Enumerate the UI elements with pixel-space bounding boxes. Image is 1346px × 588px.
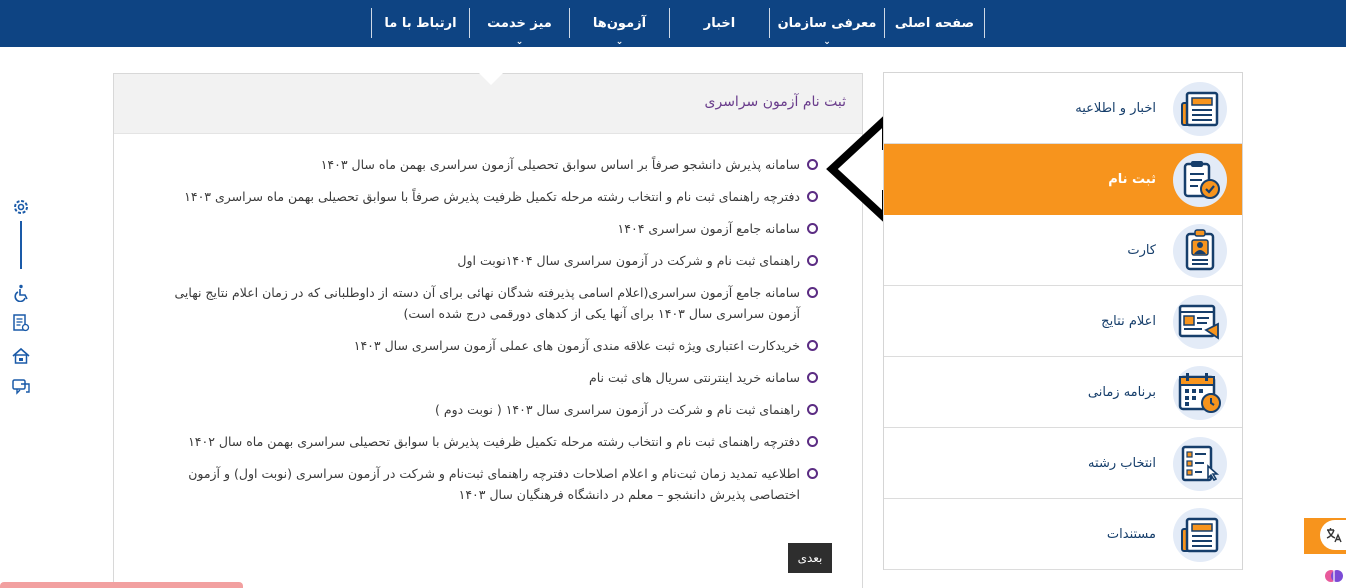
nav-item-label: آزمون‌ها xyxy=(592,15,647,31)
side-menu-item-registration[interactable]: ثبت نام xyxy=(884,144,1242,215)
nav-item-contact[interactable]: ارتباط با ما xyxy=(372,8,469,38)
document-list-icon[interactable] xyxy=(12,314,30,332)
chevron-down-icon: ⌄ xyxy=(615,37,624,47)
nav-item-news[interactable]: اخبار xyxy=(670,8,769,38)
chevron-down-icon: ⌄ xyxy=(515,37,524,47)
next-page-button[interactable]: بعدی xyxy=(788,543,832,573)
nav-separator xyxy=(769,8,770,38)
nav-separator xyxy=(884,8,885,38)
circle-bullet-icon xyxy=(807,159,818,170)
panel-header: ثبت نام آزمون سراسری xyxy=(114,73,862,134)
link-text[interactable]: سامانه جامع آزمون سراسری(اعلام اسامی پذی… xyxy=(175,285,800,321)
nav-item-label: میز خدمت xyxy=(487,15,552,31)
home-lock-icon[interactable] xyxy=(12,347,30,365)
circle-bullet-icon xyxy=(807,340,818,351)
side-menu-label: ثبت نام xyxy=(1108,172,1156,187)
chat-icon[interactable] xyxy=(12,378,30,396)
nav-item-exams[interactable]: آزمون‌ها ⌄ xyxy=(570,8,669,47)
link-list: سامانه پذیرش دانشجو صرفاً بر اساس سوابق … xyxy=(168,154,818,516)
panel-title: ثبت نام آزمون سراسری xyxy=(704,94,846,110)
circle-bullet-icon xyxy=(807,436,818,447)
list-item[interactable]: راهنمای ثبت نام و شرکت در آزمون سراسری س… xyxy=(168,250,818,271)
registration-panel: ثبت نام آزمون سراسری سامانه پذیرش دانشجو… xyxy=(113,73,863,588)
side-menu-item-schedule[interactable]: برنامه زمانی xyxy=(884,357,1242,428)
wheelchair-icon[interactable] xyxy=(12,284,30,302)
side-menu-item-card[interactable]: کارت xyxy=(884,215,1242,286)
circle-bullet-icon xyxy=(807,287,818,298)
circle-bullet-icon xyxy=(807,404,818,415)
nav-separator xyxy=(469,8,470,38)
gear-icon[interactable] xyxy=(12,198,30,216)
list-item[interactable]: دفترچه راهنمای ثبت نام و انتخاب رشته مرح… xyxy=(168,431,818,452)
list-item[interactable]: دفترچه راهنمای ثبت نام و انتخاب رشته مرح… xyxy=(168,186,818,207)
nav-separator xyxy=(371,8,372,38)
list-item[interactable]: سامانه پذیرش دانشجو صرفاً بر اساس سوابق … xyxy=(168,154,818,175)
top-navigation: صفحه اصلی معرفی سازمان ⌄ اخبار آزمون‌ها … xyxy=(0,0,1346,47)
list-item[interactable]: راهنمای ثبت نام و شرکت در آزمون سراسری س… xyxy=(168,399,818,420)
link-text[interactable]: سامانه خرید اینترنتی سریال های ثبت نام xyxy=(589,370,800,385)
list-item[interactable]: سامانه خرید اینترنتی سریال های ثبت نام xyxy=(168,367,818,388)
side-menu-label: اخبار و اطلاعیه xyxy=(1075,101,1156,116)
panel-notch xyxy=(479,73,503,85)
side-menu-label: اعلام نتایج xyxy=(1101,314,1156,329)
nav-item-label: معرفی سازمان xyxy=(777,15,877,31)
id-card-icon xyxy=(1173,224,1227,278)
clipboard-check-icon xyxy=(1173,153,1227,207)
nav-separator xyxy=(984,8,985,38)
translate-icon xyxy=(1326,528,1342,543)
nav-item-label: صفحه اصلی xyxy=(894,15,975,31)
side-menu-item-news[interactable]: اخبار و اطلاعیه xyxy=(884,73,1242,144)
list-item[interactable]: سامانه جامع آزمون سراسری(اعلام اسامی پذی… xyxy=(168,282,818,324)
nav-separator xyxy=(669,8,670,38)
nav-item-home[interactable]: صفحه اصلی xyxy=(885,8,984,38)
circle-bullet-icon xyxy=(807,372,818,383)
link-text[interactable]: راهنمای ثبت نام و شرکت در آزمون سراسری س… xyxy=(457,253,800,268)
nav-item-about[interactable]: معرفی سازمان ⌄ xyxy=(770,8,884,47)
nav-separator xyxy=(569,8,570,38)
toolbar-divider xyxy=(20,221,22,269)
link-text[interactable]: دفترچه راهنمای ثبت نام و انتخاب رشته مرح… xyxy=(184,189,800,204)
circle-bullet-icon xyxy=(807,223,818,234)
link-text[interactable]: اطلاعیه تمدید زمان ثبت‌نام و اعلام اصلاح… xyxy=(188,466,800,502)
link-text[interactable]: خریدکارت اعتباری ویژه ثبت علاقه مندی آزم… xyxy=(354,338,800,353)
newspaper-icon xyxy=(1173,82,1227,136)
circle-bullet-icon xyxy=(807,255,818,266)
side-menu-item-results[interactable]: اعلام نتایج xyxy=(884,286,1242,357)
side-menu-label: انتخاب رشته xyxy=(1088,456,1156,471)
side-menu-label: کارت xyxy=(1127,243,1156,258)
circle-bullet-icon xyxy=(807,191,818,202)
list-item[interactable]: سامانه جامع آزمون سراسری ۱۴۰۴ xyxy=(168,218,818,239)
brain-icon[interactable] xyxy=(1324,566,1344,586)
side-menu: اخبار و اطلاعیه ثبت نام کارت اعلام نتایج… xyxy=(883,72,1243,570)
link-text[interactable]: سامانه پذیرش دانشجو صرفاً بر اساس سوابق … xyxy=(321,157,800,172)
link-text[interactable]: راهنمای ثبت نام و شرکت در آزمون سراسری س… xyxy=(435,402,800,417)
accessibility-widget[interactable] xyxy=(1320,520,1346,550)
nav-item-label: اخبار xyxy=(703,15,736,31)
link-text[interactable]: دفترچه راهنمای ثبت نام و انتخاب رشته مرح… xyxy=(188,434,800,449)
circle-bullet-icon xyxy=(807,468,818,479)
link-text[interactable]: سامانه جامع آزمون سراسری ۱۴۰۴ xyxy=(618,221,800,236)
chevron-down-icon: ⌄ xyxy=(823,37,831,47)
checklist-select-icon xyxy=(1173,437,1227,491)
calendar-clock-icon xyxy=(1173,366,1227,420)
side-menu-item-documents[interactable]: مستندات xyxy=(884,499,1242,570)
side-menu-label: مستندات xyxy=(1106,527,1156,542)
list-item[interactable]: اطلاعیه تمدید زمان ثبت‌نام و اعلام اصلاح… xyxy=(168,463,818,505)
results-announcement-icon xyxy=(1173,295,1227,349)
nav-item-label: ارتباط با ما xyxy=(384,15,457,31)
bottom-notice-bar xyxy=(0,582,243,588)
side-menu-label: برنامه زمانی xyxy=(1087,385,1156,400)
documents-icon xyxy=(1173,508,1227,562)
nav-item-service-desk[interactable]: میز خدمت ⌄ xyxy=(470,8,569,47)
list-item[interactable]: خریدکارت اعتباری ویژه ثبت علاقه مندی آزم… xyxy=(168,335,818,356)
side-menu-item-field-selection[interactable]: انتخاب رشته xyxy=(884,428,1242,499)
